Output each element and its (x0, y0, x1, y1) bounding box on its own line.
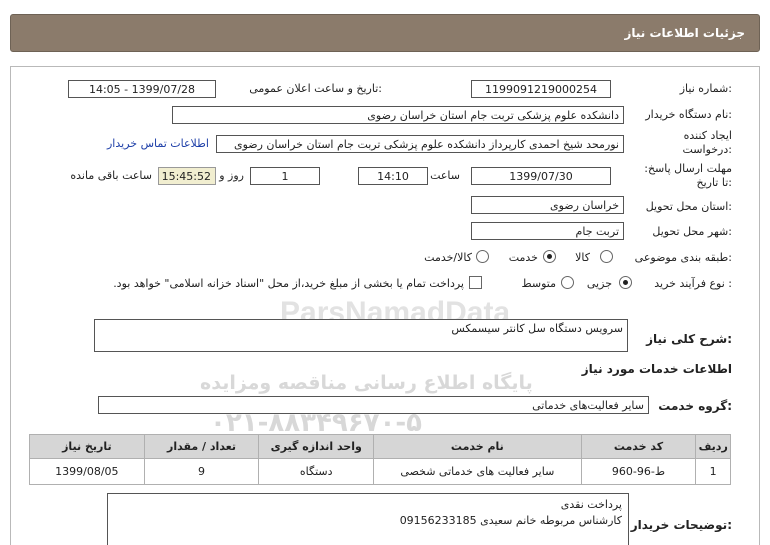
need-number-field: 1199091219000254 (471, 80, 611, 98)
table-cell: سایر فعالیت های خدماتی شخصی (373, 458, 582, 485)
city-label: شهر محل تحویل: (652, 225, 732, 238)
table-cell: 1 (695, 458, 731, 485)
province-label: استان محل تحویل: (645, 200, 732, 213)
column-header: تاریخ نیاز (29, 434, 145, 459)
announce-datetime-field: 1399/07/28 - 14:05 (68, 80, 216, 98)
purchase-radio-minor[interactable] (619, 276, 632, 289)
table-cell: دستگاه (258, 458, 375, 485)
remaining-label: ساعت باقی مانده (70, 169, 152, 182)
announce-datetime-label: تاریخ و ساعت اعلان عمومی: (249, 82, 382, 95)
column-header: نام خدمت (373, 434, 582, 459)
description-label: شرح کلی نیاز: (646, 332, 732, 346)
category-radio-goods[interactable] (600, 250, 613, 263)
category-radio-goods-service[interactable] (476, 250, 489, 263)
buyer-notes-line: پرداخت نقدی (560, 498, 622, 511)
category-option-goods: کالا (575, 251, 590, 264)
services-info-heading: اطلاعات خدمات مورد نیاز (581, 362, 732, 376)
purchase-radio-medium[interactable] (561, 276, 574, 289)
buyer-org-field: دانشکده علوم پزشکی تربت جام استان خراسان… (172, 106, 624, 124)
remaining-time-field: 15:45:52 (158, 167, 216, 185)
days-remaining-field: 1 (250, 167, 320, 185)
category-radio-service[interactable] (543, 250, 556, 263)
page-header: جزئیات اطلاعات نیاز (10, 14, 760, 52)
category-option-service: خدمت (508, 251, 538, 264)
buyer-notes-line: کارشناس مربوطه خانم سعیدی 09156233185 (399, 514, 622, 527)
deadline-label: مهلت ارسال پاسخ: تا تاریخ: (644, 162, 732, 189)
column-header: تعداد / مقدار (143, 434, 260, 459)
service-group-label: گروه خدمت: (658, 399, 732, 413)
deadline-date-field: 1399/07/30 (471, 167, 611, 185)
table-cell: 1399/08/05 (29, 458, 145, 485)
purchase-type-label: نوع فرآیند خرید : (654, 277, 732, 290)
table-cell: 9 (143, 458, 260, 485)
creator-label: ایجاد کننده درخواست: (682, 129, 733, 156)
province-field: خراسان رضوی (471, 196, 624, 214)
need-number-label: شماره نیاز: (679, 82, 732, 95)
city-field: تربت جام (471, 222, 624, 240)
buyer-contact-link[interactable]: اطلاعات تماس خریدار (107, 137, 209, 150)
column-header: واحد اندازه گیری (258, 434, 375, 459)
table-header-row: ردیف کد خدمت نام خدمت واحد اندازه گیری ت… (29, 434, 731, 459)
description-field: سرویس دستگاه سل کانتر سیسمکس (94, 319, 628, 352)
column-header: ردیف (695, 434, 731, 459)
deadline-time-label: ساعت (430, 169, 460, 182)
buyer-notes-label: توضیحات خریدار: (630, 518, 732, 532)
page-title: جزئیات اطلاعات نیاز (624, 26, 745, 40)
treasury-payment-note: پرداخت تمام یا بخشی از مبلغ خرید،از محل … (113, 277, 464, 290)
services-table: ردیف کد خدمت نام خدمت واحد اندازه گیری ت… (29, 434, 731, 485)
creator-field: نورمحد شیخ احمدی کارپرداز دانشکده علوم پ… (216, 135, 624, 153)
days-label: روز و (219, 169, 244, 182)
service-group-field: سایر فعالیت‌های خدماتی (98, 396, 649, 414)
buyer-notes-field: پرداخت نقدی کارشناس مربوطه خانم سعیدی 09… (107, 493, 629, 545)
category-option-goods-service: کالا/خدمت (424, 251, 472, 264)
column-header: کد خدمت (580, 434, 697, 459)
purchase-option-medium: متوسط (521, 277, 556, 290)
treasury-payment-checkbox[interactable] (469, 276, 482, 289)
category-label: طبقه بندی موضوعی: (634, 251, 732, 264)
purchase-option-minor: جزیی (586, 277, 612, 290)
table-cell: ط-96-960 (580, 458, 697, 485)
buyer-org-label: نام دستگاه خریدار: (645, 108, 732, 121)
table-row: 1 ط-96-960 سایر فعالیت های خدماتی شخصی د… (29, 458, 731, 485)
deadline-time-field: 14:10 (358, 167, 428, 185)
